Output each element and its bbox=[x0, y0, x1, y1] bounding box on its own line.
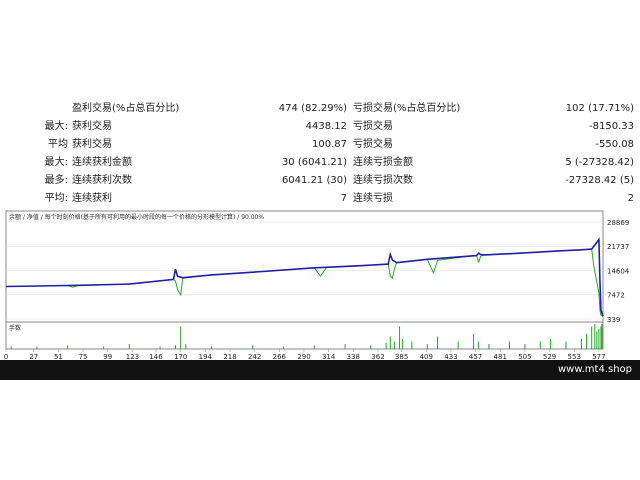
x-tick-label: 242 bbox=[248, 353, 261, 360]
stat-label: 平均 bbox=[48, 139, 68, 150]
stat-value: 7 bbox=[340, 193, 347, 204]
y-axis-labels: 28869 21737 14604 7472 339 bbox=[607, 219, 630, 324]
stat-name-loss: 连续亏损金额 bbox=[353, 157, 413, 168]
y-tick-label: 339 bbox=[607, 316, 620, 324]
footer-bar: www.mt4.shop bbox=[0, 360, 640, 380]
stat-value-loss: 2 bbox=[627, 193, 634, 204]
site-link[interactable]: www.mt4.shop bbox=[558, 362, 632, 378]
x-tick-label: 123 bbox=[126, 353, 139, 360]
stat-name-loss: 亏损交易 bbox=[353, 139, 393, 150]
y-tick-label: 14604 bbox=[607, 268, 630, 276]
volume-label: 手数 bbox=[9, 324, 21, 332]
x-tick-label: 75 bbox=[79, 353, 88, 360]
x-tick-label: 505 bbox=[518, 353, 531, 360]
stat-name: 获利交易 bbox=[72, 139, 112, 150]
stat-row: 最大: 连续获利金额 30 (6041.21) 连续亏损金额 5 (-27328.42) bbox=[0, 154, 640, 172]
stat-row: 平均: 连续获利 7 连续亏损 2 bbox=[0, 190, 640, 208]
x-tick-label: 194 bbox=[199, 353, 213, 360]
stat-name: 获利交易 bbox=[72, 121, 112, 132]
stat-value: 100.87 bbox=[312, 139, 347, 150]
stat-value: 6041.21 (30) bbox=[281, 175, 347, 186]
y-tick-label: 7472 bbox=[607, 292, 625, 300]
x-tick-label: 481 bbox=[494, 353, 507, 360]
x-tick-label: 433 bbox=[444, 353, 457, 360]
stat-value-loss: 102 (17.71%) bbox=[565, 103, 634, 114]
x-tick-label: 338 bbox=[347, 353, 360, 360]
stat-name: 连续获利金额 bbox=[72, 157, 132, 168]
x-tick-label: 362 bbox=[371, 353, 384, 360]
y-tick-label: 21737 bbox=[607, 243, 629, 251]
x-tick-label: 457 bbox=[469, 353, 482, 360]
stat-value-loss: -27328.42 (5) bbox=[565, 175, 634, 186]
x-tick-label: 553 bbox=[568, 353, 581, 360]
stat-row: 最大: 获利交易 4438.12 亏损交易 -8150.33 bbox=[0, 118, 640, 136]
balance-chart-panel: 余额 / 净值 / 每个时刻价格(基于所有可利用的最小时段的每一个价格的分形模型… bbox=[0, 208, 640, 361]
trade-statistics-panel: 盈利交易(%占总百分比) 474 (82.29%) 亏损交易(%占总百分比) 102 … bbox=[0, 100, 640, 208]
x-tick-label: 27 bbox=[29, 353, 38, 360]
x-tick-label: 146 bbox=[149, 353, 163, 360]
x-tick-label: 170 bbox=[174, 353, 187, 360]
x-tick-label: 290 bbox=[297, 353, 310, 360]
stat-name-loss: 连续亏损 bbox=[353, 193, 393, 204]
stat-name: 盈利交易(%占总百分比) bbox=[72, 103, 180, 114]
x-tick-label: 314 bbox=[322, 353, 336, 360]
stat-row: 平均 获利交易 100.87 亏损交易 -550.08 bbox=[0, 136, 640, 154]
main-plot-frame bbox=[5, 210, 604, 323]
x-tick-label: 577 bbox=[592, 353, 605, 360]
x-tick-label: 266 bbox=[273, 353, 287, 360]
x-tick-label: 0 bbox=[4, 353, 8, 360]
stat-row: 最多: 连续获利次数 6041.21 (30) 连续亏损次数 -27328.42 (5) bbox=[0, 172, 640, 190]
volume-plot-frame bbox=[5, 321, 604, 350]
stat-label: 最多: bbox=[44, 175, 68, 186]
stat-value: 474 (82.29%) bbox=[278, 103, 347, 114]
chart-title: 余额 / 净值 / 每个时刻价格(基于所有可利用的最小时段的每一个价格的分形模型… bbox=[9, 213, 264, 221]
stat-name-loss: 亏损交易 bbox=[353, 121, 393, 132]
stat-name: 连续获利次数 bbox=[72, 175, 132, 186]
balance-chart-svg: 余额 / 净值 / 每个时刻价格(基于所有可利用的最小时段的每一个价格的分形模型… bbox=[4, 210, 630, 361]
stat-value: 30 (6041.21) bbox=[281, 157, 347, 168]
stat-label: 平均: bbox=[44, 193, 68, 204]
stat-name: 连续获利 bbox=[72, 193, 112, 204]
stat-value: 4438.12 bbox=[305, 121, 347, 132]
stat-value-loss: -550.08 bbox=[595, 139, 634, 150]
stat-label: 最大: bbox=[44, 157, 68, 168]
y-tick-label: 28869 bbox=[607, 219, 629, 227]
stat-name-loss: 连续亏损次数 bbox=[353, 175, 413, 186]
x-tick-label: 409 bbox=[420, 353, 433, 360]
x-tick-label: 51 bbox=[54, 353, 63, 360]
x-tick-label: 385 bbox=[395, 353, 408, 360]
stat-label: 最大: bbox=[44, 121, 68, 132]
x-tick-label: 529 bbox=[543, 353, 556, 360]
stat-value-loss: -8150.33 bbox=[589, 121, 634, 132]
stat-name-loss: 亏损交易(%占总百分比) bbox=[353, 103, 461, 114]
x-tick-label: 218 bbox=[223, 353, 236, 360]
x-tick-label: 99 bbox=[103, 353, 112, 360]
stat-value-loss: 5 (-27328.42) bbox=[565, 157, 634, 168]
x-axis-labels: 0 27 51 75 99 123 146 170 194 218 242 266 290 314 338 3… bbox=[4, 353, 606, 361]
stat-row: 盈利交易(%占总百分比) 474 (82.29%) 亏损交易(%占总百分比) 102 … bbox=[0, 100, 640, 118]
